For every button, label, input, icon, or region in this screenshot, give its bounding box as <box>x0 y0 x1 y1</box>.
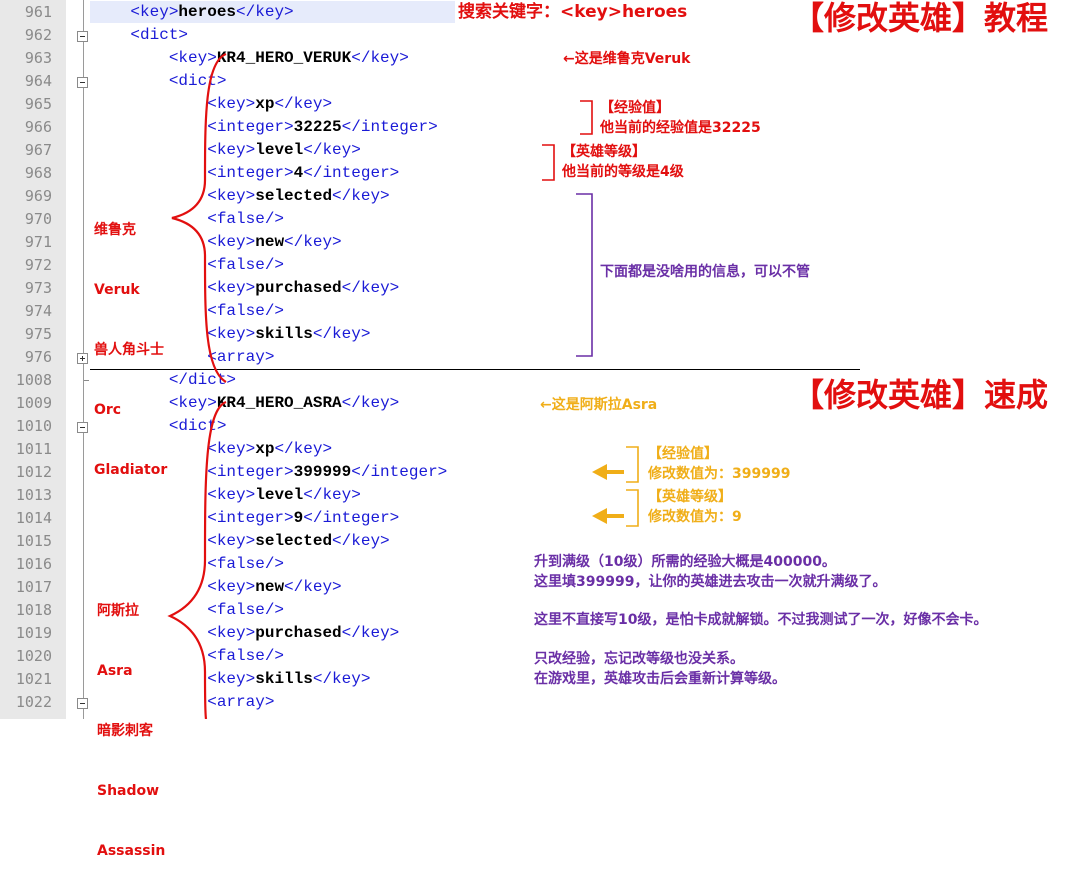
veruk-note: ←这是维鲁克Veruk <box>563 51 691 67</box>
asra-xp-bracket <box>626 446 639 483</box>
asra-xp-label: 【经验值】 <box>648 446 718 462</box>
tip-level-note: 这里不直接写10级，是怕卡成就解锁。不过我测试了一次，好像不会卡。 <box>534 612 988 628</box>
xp-current: 他当前的经验值是32225 <box>600 120 761 136</box>
arrow-level-icon <box>592 508 624 524</box>
ignore-bracket <box>576 193 593 357</box>
ignore-note: 下面都是没啥用的信息，可以不管 <box>600 264 810 280</box>
asra-brace <box>167 400 227 719</box>
asra-level-bracket <box>626 489 639 527</box>
asra-level-label: 【英雄等级】 <box>648 489 732 505</box>
search-keyword-note: 搜索关键字：<key>heroes <box>458 2 688 22</box>
title-tutorial: 【修改英雄】教程 <box>792 0 1049 37</box>
asra-xp-modify: 修改数值为：399999 <box>648 466 791 482</box>
asra-note: ←这是阿斯拉Asra <box>540 397 658 413</box>
arrow-xp-icon <box>592 464 624 480</box>
level-label: 【英雄等级】 <box>562 144 646 160</box>
asra-label: 阿斯拉 Asra 暗影刺客 Shadow Assassin <box>97 603 166 859</box>
veruk-label: 维鲁克 Veruk 兽人角斗士 Orc Gladiator <box>94 222 168 478</box>
xp-bracket <box>580 100 593 135</box>
level-bracket <box>542 144 555 181</box>
xp-label: 【经验值】 <box>600 100 670 116</box>
tip-exp-full: 升到满级（10级）所需的经验大概是400000。 <box>534 554 836 570</box>
tip-exp-fill: 这里填399999，让你的英雄进去攻击一次就升满级了。 <box>534 574 887 590</box>
tip-only-exp: 只改经验，忘记改等级也没关系。 <box>534 651 744 667</box>
tip-recalc: 在游戏里，英雄攻击后会重新计算等级。 <box>534 671 786 687</box>
title-quick: 【修改英雄】速成 <box>792 376 1049 414</box>
level-current: 他当前的等级是4级 <box>562 164 684 180</box>
veruk-brace <box>171 52 227 383</box>
asra-level-modify: 修改数值为：9 <box>648 509 742 525</box>
